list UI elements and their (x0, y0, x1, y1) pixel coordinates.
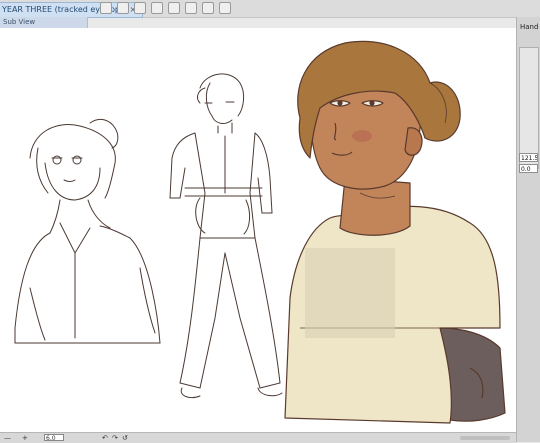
colored-character (284, 40, 506, 424)
subview-label: Sub View (3, 18, 36, 26)
drawing-canvas[interactable] (0, 28, 516, 432)
tool-icon[interactable] (134, 2, 146, 14)
status-bar: — + 6.0 ↶ ↷ ↺ (0, 432, 516, 443)
tool-icon[interactable] (151, 2, 163, 14)
top-toolbar: YEAR THREE (tracked eyyppp) × (0, 0, 540, 18)
sketch-left-bust (14, 118, 161, 344)
toolbar-icons (100, 2, 231, 15)
subview-panel-header[interactable]: Sub View (0, 17, 88, 28)
value-field[interactable]: 0.0 (519, 164, 538, 173)
tool-icon[interactable] (117, 2, 129, 14)
zoom-field[interactable]: 6.0 (44, 434, 64, 442)
tool-icon[interactable] (168, 2, 180, 14)
artwork (14, 40, 506, 424)
tool-name-label: Hand (520, 23, 539, 31)
tool-icon[interactable] (185, 2, 197, 14)
sketch-standing-figure (169, 73, 283, 399)
panel-scrollbar[interactable] (519, 47, 539, 169)
value-field[interactable]: 121.5 (519, 153, 538, 162)
tool-icon[interactable] (202, 2, 214, 14)
tool-icon[interactable] (100, 2, 112, 14)
rotation-slider[interactable] (460, 436, 510, 440)
right-tool-panel: Hand 121.5 0.0 (516, 17, 540, 442)
tool-icon[interactable] (219, 2, 231, 14)
